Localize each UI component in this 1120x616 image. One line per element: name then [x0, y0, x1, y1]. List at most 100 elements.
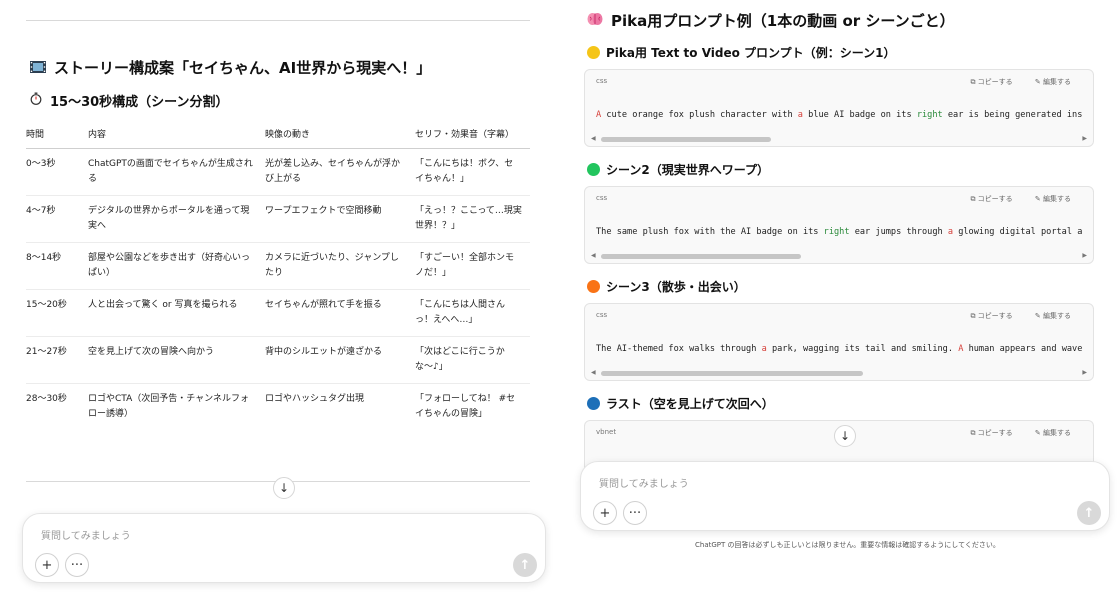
- table-row: 21〜27秒 空を見上げて次の冒険へ向かう 背中のシルエットが遠ざかる 「次はど…: [26, 336, 530, 384]
- horizontal-scrollbar[interactable]: ◀ ▶: [589, 368, 1089, 378]
- horizontal-scrollbar[interactable]: ◀ ▶: [589, 134, 1089, 144]
- table-row: 8〜14秒 部屋や公園などを歩き出す（好奇心いっぱい） カメラに近づいたり、ジャ…: [26, 242, 530, 290]
- copy-code-button[interactable]: ⧉ コピーする: [970, 312, 1012, 320]
- scroll-right-icon[interactable]: ▶: [1082, 252, 1087, 259]
- cell-content: ChatGPTの画面でセイちゃんが生成される: [88, 148, 265, 196]
- more-tools-button[interactable]: ···: [65, 553, 89, 577]
- table-row: 4〜7秒 デジタルの世界からポータルを通って現実へ ワープエフェクトで空間移動 …: [26, 195, 530, 243]
- scroll-left-icon[interactable]: ◀: [591, 252, 596, 259]
- edit-label: 編集する: [1043, 312, 1071, 320]
- scroll-right-icon[interactable]: ▶: [1082, 135, 1087, 142]
- add-attachment-button[interactable]: +: [593, 501, 617, 525]
- scrollbar-thumb[interactable]: [601, 371, 863, 376]
- code-token: ear jumps through: [849, 227, 948, 237]
- copy-label: コピーする: [977, 195, 1013, 203]
- code-language-label: css: [596, 311, 608, 319]
- orange-circle-icon: [587, 280, 600, 293]
- cell-dialogue: 「こんにちは！ボク、セイちゃん！」: [415, 148, 530, 196]
- scroll-left-icon[interactable]: ◀: [591, 135, 596, 142]
- yellow-circle-icon: [587, 46, 600, 59]
- col-header-content: 内容: [88, 120, 265, 149]
- code-language-label: css: [596, 194, 608, 202]
- code-line: A cute orange fox plush character with a…: [596, 110, 1082, 120]
- story-table: 時間 内容 映像の動き セリフ・効果音（字幕） 0〜3秒 ChatGPTの画面で…: [26, 120, 530, 430]
- section-heading-text: シーン3（散歩・出会い）: [606, 280, 746, 294]
- code-line: The same plush fox with the AI badge on …: [596, 227, 1082, 237]
- blue-circle-icon: [587, 397, 600, 410]
- cell-dialogue: 「フォローしてね！ #セイちゃんの冒険」: [415, 393, 516, 419]
- stopwatch-icon: [30, 92, 42, 109]
- story-heading-text: ストーリー構成案「セイちゃん、AI世界から現実へ！」: [54, 59, 432, 77]
- scroll-right-icon[interactable]: ▶: [1082, 369, 1087, 376]
- code-actions: ⧉ コピーする ✎ 編集する: [950, 311, 1071, 321]
- timing-subheading: 15〜30秒構成（シーン分割）: [30, 91, 229, 110]
- composer-input[interactable]: 質問してみましょう: [41, 527, 131, 542]
- story-heading: ストーリー構成案「セイちゃん、AI世界から現実へ！」: [30, 57, 431, 78]
- table-row: 28〜30秒 ロゴやCTA（次回予告・チャンネルフォロー誘導） ロゴやハッシュタ…: [26, 383, 530, 430]
- edit-code-button[interactable]: ✎ 編集する: [1035, 312, 1071, 320]
- copy-code-button[interactable]: ⧉ コピーする: [970, 78, 1012, 86]
- copy-label: コピーする: [977, 429, 1013, 437]
- cell-time: 4〜7秒: [26, 195, 88, 243]
- send-button[interactable]: ↑: [513, 553, 537, 577]
- cell-content: 人と出会って驚く or 写真を撮られる: [88, 289, 265, 337]
- copy-label: コピーする: [977, 312, 1013, 320]
- cell-motion: セイちゃんが照れて手を振る: [265, 289, 415, 337]
- section-heading-scene2: シーン2（現実世界へワープ）: [587, 161, 769, 178]
- chat-composer[interactable]: 質問してみましょう + ··· ↑: [580, 461, 1110, 531]
- edit-label: 編集する: [1043, 429, 1071, 437]
- brain-icon: [587, 12, 603, 30]
- col-header-motion: 映像の動き: [265, 120, 415, 149]
- edit-label: 編集する: [1043, 195, 1071, 203]
- timing-subheading-text: 15〜30秒構成（シーン分割）: [50, 95, 229, 110]
- chat-composer[interactable]: 質問してみましょう + ··· ↑: [22, 513, 546, 583]
- section-heading-last: ラスト（空を見上げて次回へ）: [587, 395, 774, 412]
- cell-motion: 背中のシルエットが遠ざかる: [265, 336, 415, 384]
- edit-code-button[interactable]: ✎ 編集する: [1035, 195, 1071, 203]
- cell-time: 21〜27秒: [26, 336, 88, 384]
- more-tools-button[interactable]: ···: [623, 501, 647, 525]
- cell-content: 部屋や公園などを歩き出す（好奇心いっぱい）: [88, 242, 265, 290]
- prompt-title-text: Pika用プロンプト例（1本の動画 or シーンごと）: [611, 12, 955, 30]
- green-circle-icon: [587, 163, 600, 176]
- send-button[interactable]: ↑: [1077, 501, 1101, 525]
- code-token: The same plush fox with the AI badge on …: [596, 227, 824, 237]
- col-header-dialogue: セリフ・効果音（字幕）: [415, 120, 530, 149]
- code-actions: ⧉ コピーする ✎ 編集する: [950, 194, 1071, 204]
- plus-icon: +: [41, 557, 53, 573]
- scroll-to-bottom-button[interactable]: ↓: [273, 477, 295, 499]
- edit-code-button[interactable]: ✎ 編集する: [1035, 429, 1071, 437]
- cell-content: ロゴやCTA（次回予告・チャンネルフォロー誘導）: [88, 393, 249, 419]
- arrow-up-icon: ↑: [519, 557, 531, 573]
- code-block-scene1: css ⧉ コピーする ✎ 編集する A cute orange fox plu…: [584, 69, 1094, 147]
- scrollbar-thumb[interactable]: [601, 137, 771, 142]
- add-attachment-button[interactable]: +: [35, 553, 59, 577]
- table-header-row: 時間 内容 映像の動き セリフ・効果音（字幕）: [26, 120, 530, 149]
- scroll-left-icon[interactable]: ◀: [591, 369, 596, 376]
- copy-code-button[interactable]: ⧉ コピーする: [970, 429, 1012, 437]
- divider: [26, 20, 530, 21]
- cell-motion: カメラに近づいたり、ジャンプしたり: [265, 242, 415, 290]
- cell-time: 15〜20秒: [26, 289, 88, 337]
- horizontal-scrollbar[interactable]: ◀ ▶: [589, 251, 1089, 261]
- ellipsis-icon: ···: [70, 557, 84, 573]
- left-chat-panel: ストーリー構成案「セイちゃん、AI世界から現実へ！」 15〜30秒構成（シーン分…: [0, 0, 565, 616]
- cell-content: デジタルの世界からポータルを通って現実へ: [88, 195, 265, 243]
- arrow-down-icon: ↓: [278, 481, 290, 495]
- edit-code-button[interactable]: ✎ 編集する: [1035, 78, 1071, 86]
- composer-input[interactable]: 質問してみましょう: [599, 475, 689, 490]
- scrollbar-thumb[interactable]: [601, 254, 801, 259]
- section-heading-text: Pika用 Text to Video プロンプト（例：シーン1）: [606, 46, 896, 60]
- copy-code-button[interactable]: ⧉ コピーする: [970, 195, 1012, 203]
- code-token: cute orange fox plush character with: [601, 110, 798, 120]
- section-heading-scene3: シーン3（散歩・出会い）: [587, 278, 746, 295]
- code-line: The AI-themed fox walks through a park, …: [596, 344, 1082, 354]
- edit-label: 編集する: [1043, 78, 1071, 86]
- scroll-to-bottom-button[interactable]: ↓: [834, 425, 856, 447]
- section-heading-text: シーン2（現実世界へワープ）: [606, 163, 770, 177]
- section-heading-text: ラスト（空を見上げて次回へ）: [606, 397, 774, 411]
- code-language-label: vbnet: [596, 428, 617, 436]
- plus-icon: +: [599, 505, 611, 521]
- code-token: human appears and wave: [963, 344, 1083, 354]
- table-row: 0〜3秒 ChatGPTの画面でセイちゃんが生成される 光が差し込み、セイちゃん…: [26, 148, 530, 196]
